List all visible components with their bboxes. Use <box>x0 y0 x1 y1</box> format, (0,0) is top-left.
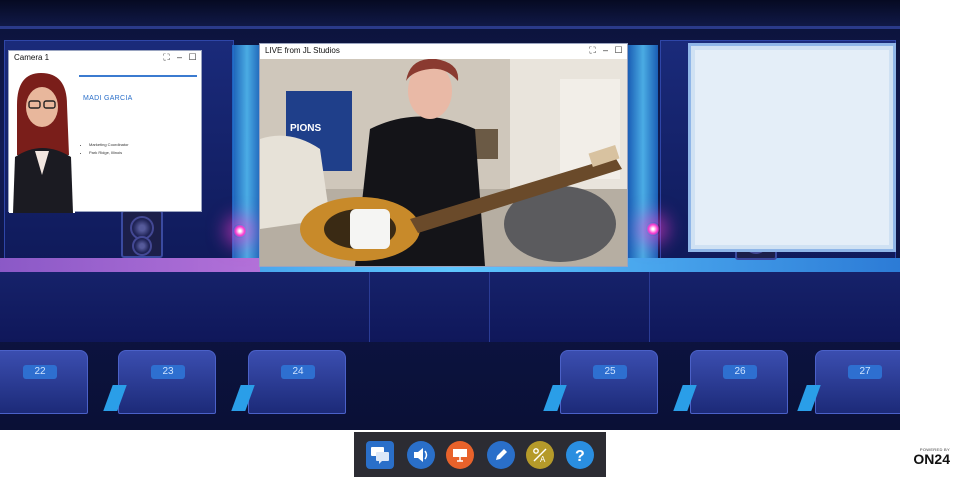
svg-text:?: ? <box>575 448 585 464</box>
on24-logo: POWERED BY ON24 <box>906 447 954 467</box>
brand-logo: ON24 <box>913 451 950 467</box>
q-and-a-icon[interactable] <box>366 441 394 469</box>
seat-number: 24 <box>281 365 315 379</box>
window-controls: ⛶ – ☐ <box>588 46 623 55</box>
minimize-icon[interactable]: – <box>601 46 610 55</box>
list-item: Marketing Coordinator <box>89 141 129 149</box>
seat-number: 26 <box>723 365 757 379</box>
speaker-photo <box>9 65 75 213</box>
seat-number: 23 <box>151 365 185 379</box>
audience-seat: 22 <box>0 350 88 414</box>
maximize-icon[interactable]: ☐ <box>188 53 197 62</box>
speaker-name: MADI GARCIA <box>83 95 133 102</box>
window-controls: ⛶ – ☐ <box>162 53 197 62</box>
svg-text:PIONS: PIONS <box>290 123 321 134</box>
list-item: Park Ridge, Illinois <box>89 149 129 157</box>
audience-seat: 25 <box>560 350 658 414</box>
slides-icon[interactable] <box>446 441 474 469</box>
engagement-dock: A ? <box>354 432 606 477</box>
live-video-window[interactable]: LIVE from JL Studios ⛶ – ☐ PIONS <box>259 43 628 267</box>
audience-seat: 23 <box>118 350 216 414</box>
seat-number: 22 <box>23 365 57 379</box>
virtual-stage: Camera 1 ⛶ – ☐ MADI GARCIA Marketing Coo… <box>0 0 900 430</box>
ceiling <box>0 0 900 28</box>
camera-window[interactable]: Camera 1 ⛶ – ☐ MADI GARCIA Marketing Coo… <box>8 50 202 213</box>
stage-front <box>0 272 900 342</box>
title-rule <box>79 75 197 77</box>
live-video-feed: PIONS <box>260 59 627 266</box>
expand-icon[interactable]: ⛶ <box>588 46 597 55</box>
audience-seat: 24 <box>248 350 346 414</box>
live-window-title: LIVE from JL Studios <box>260 44 627 58</box>
minimize-icon[interactable]: – <box>175 53 184 62</box>
stage-edge-glow <box>0 258 260 272</box>
notes-icon[interactable] <box>487 441 515 469</box>
slide-screen <box>688 43 896 252</box>
svg-text:A: A <box>540 455 546 464</box>
help-icon[interactable]: ? <box>566 441 594 469</box>
ceiling-trim <box>0 26 900 29</box>
page-margin <box>900 0 960 477</box>
stage-spotlight <box>646 222 660 236</box>
maximize-icon[interactable]: ☐ <box>614 46 623 55</box>
audience-seat: 27 <box>815 350 900 414</box>
audience-seat: 26 <box>690 350 788 414</box>
audio-icon[interactable] <box>407 441 435 469</box>
speaker-details: Marketing Coordinator Park Ridge, Illino… <box>89 141 129 157</box>
expand-icon[interactable]: ⛶ <box>162 53 171 62</box>
survey-icon[interactable]: A <box>526 441 554 469</box>
stage-spotlight <box>233 224 247 238</box>
speaker-cabinet <box>121 210 163 258</box>
seat-number: 27 <box>848 365 882 379</box>
seat-number: 25 <box>593 365 627 379</box>
